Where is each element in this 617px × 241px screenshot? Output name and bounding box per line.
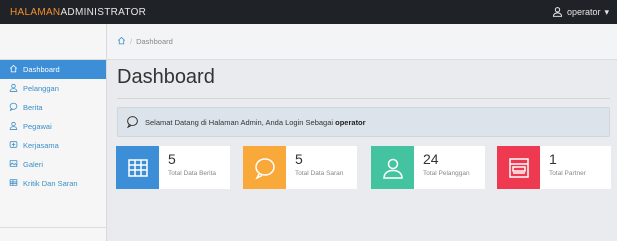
home-icon[interactable]: [117, 36, 129, 47]
browser-window-icon: [497, 146, 540, 189]
stat-value: 24: [423, 151, 439, 167]
sidebar-item-label: Berita: [23, 103, 43, 112]
page-title: Dashboard: [117, 66, 215, 88]
sidebar-item-dashboard[interactable]: Dashboard: [0, 60, 106, 79]
user-icon: [9, 83, 18, 94]
brand-logo[interactable]: HALAMANADMINISTRATOR: [10, 7, 146, 18]
sidebar-item-berita[interactable]: Berita: [0, 98, 106, 117]
sidebar-item-label: Kritik Dan Saran: [23, 179, 78, 188]
chat-bubble-icon: [243, 146, 286, 189]
stat-card-saran[interactable]: 5 Total Data Saran: [243, 146, 357, 189]
caret-down-icon: ▾: [604, 6, 609, 17]
top-navbar: HALAMANADMINISTRATOR operator ▾: [0, 0, 617, 24]
stat-label: Total Pelanggan: [423, 170, 470, 177]
stat-value: 5: [168, 151, 176, 167]
welcome-text: Selamat Datang di Halaman Admin, Anda Lo…: [145, 117, 366, 127]
welcome-username: operator: [335, 117, 366, 127]
sidebar: Dashboard Pelanggan Berita Pegawai Kerja…: [0, 24, 107, 241]
breadcrumb-separator: /: [130, 37, 133, 46]
user-icon: [9, 121, 18, 132]
breadcrumb-current: Dashboard: [136, 37, 173, 46]
sidebar-item-label: Pelanggan: [23, 84, 59, 93]
sidebar-item-label: Galeri: [23, 160, 44, 169]
sidebar-item-pelanggan[interactable]: Pelanggan: [0, 79, 106, 98]
breadcrumb: / Dashboard: [107, 24, 617, 60]
sidebar-item-pegawai[interactable]: Pegawai: [0, 117, 106, 136]
sidebar-header: [0, 24, 106, 60]
home-icon: [9, 64, 18, 75]
sidebar-item-label: Dashboard: [23, 65, 60, 74]
user-menu[interactable]: operator ▾: [552, 6, 609, 19]
stat-label: Total Data Saran: [295, 170, 344, 177]
brand-part2: ADMINISTRATOR: [60, 6, 147, 18]
handshake-icon: [9, 140, 18, 151]
sidebar-divider: [0, 227, 107, 228]
stat-label: Total Partner: [549, 170, 586, 177]
image-icon: [9, 159, 18, 170]
sidebar-item-label: Pegawai: [23, 122, 52, 131]
sidebar-item-kerjasama[interactable]: Kerjasama: [0, 136, 106, 155]
sidebar-item-galeri[interactable]: Galeri: [0, 155, 106, 174]
stat-label: Total Data Berita: [168, 170, 217, 177]
chat-bubble-icon: [9, 102, 18, 113]
user-icon: [371, 146, 414, 189]
stat-value: 1: [549, 151, 557, 167]
stat-card-partner[interactable]: 1 Total Partner: [497, 146, 611, 189]
title-divider: [117, 98, 610, 99]
sidebar-item-kritik-dan-saran[interactable]: Kritik Dan Saran: [0, 174, 106, 193]
stat-card-berita[interactable]: 5 Total Data Berita: [116, 146, 230, 189]
sidebar-item-label: Kerjasama: [23, 141, 59, 150]
brand-part1: HALAMAN: [10, 6, 61, 18]
table-icon: [9, 178, 18, 189]
welcome-alert: Selamat Datang di Halaman Admin, Anda Lo…: [117, 107, 610, 137]
chat-bubble-icon: [126, 115, 139, 130]
user-menu-label: operator: [566, 7, 601, 17]
user-icon: [552, 6, 563, 19]
stat-value: 5: [295, 151, 303, 167]
table-grid-icon: [116, 146, 159, 189]
stat-card-pelanggan[interactable]: 24 Total Pelanggan: [371, 146, 485, 189]
